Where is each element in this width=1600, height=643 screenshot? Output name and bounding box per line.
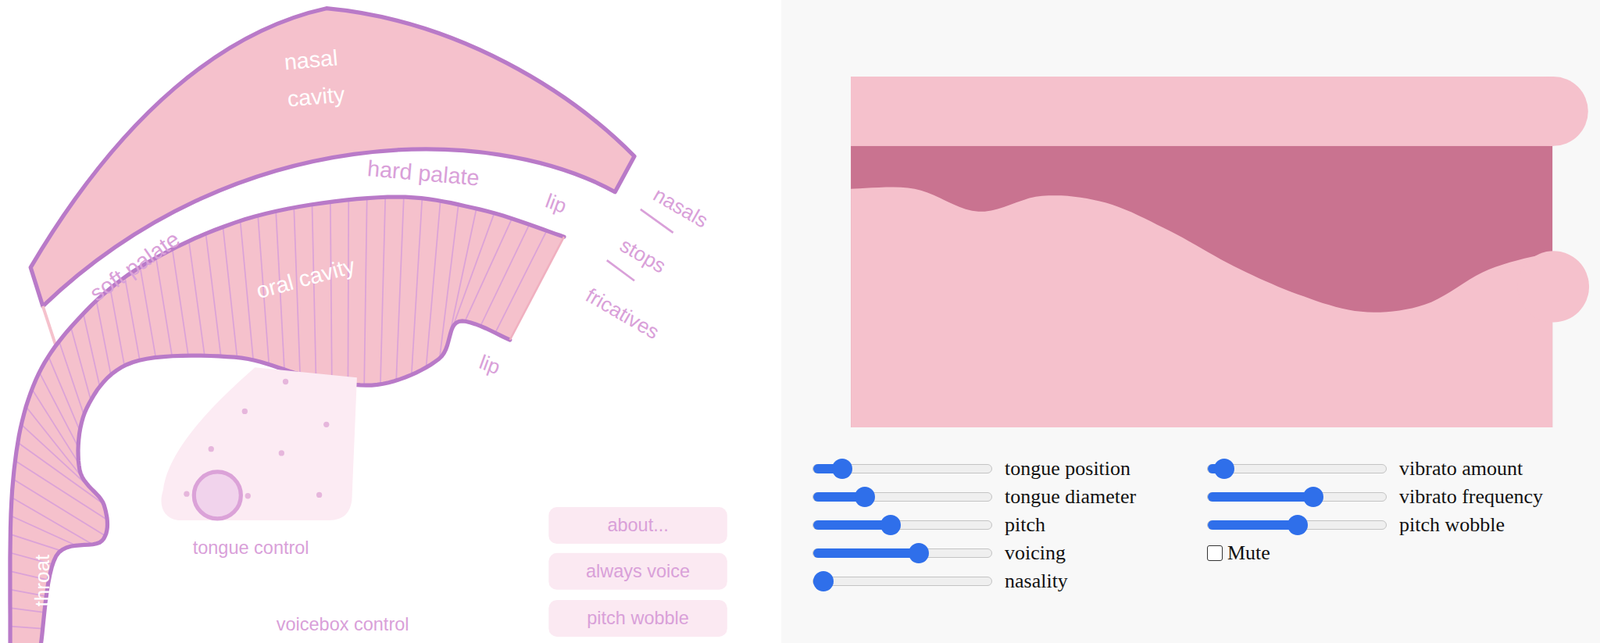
slider-panel: tongue position tongue diameter pitch voici… [812, 454, 1600, 596]
about-button[interactable]: about... [548, 507, 727, 544]
tongue-target-dot [323, 421, 329, 428]
slider-label: vibrato frequency [1399, 484, 1543, 509]
pitch-wobble-button[interactable]: pitch wobble [548, 600, 727, 637]
mute-label: Mute [1227, 540, 1271, 565]
upper-lip-end [1518, 76, 1589, 147]
slider-label: tongue diameter [1004, 484, 1136, 509]
slider-row: voicing [812, 539, 1208, 568]
tract-segments [10, 196, 547, 629]
slider-label: pitch [1004, 512, 1046, 537]
pitch-wobble-slider[interactable] [1207, 520, 1387, 530]
tongue-control-area[interactable] [160, 367, 357, 521]
tongue-position-slider[interactable] [812, 464, 993, 474]
slider-label: pitch wobble [1399, 512, 1505, 537]
hard-palate-label: hard palate [366, 155, 481, 190]
lip-label: lip [542, 189, 570, 218]
slider-thumb[interactable] [908, 542, 929, 564]
tract-shape-view [850, 76, 1596, 428]
soft-palate-label: soft palate [85, 225, 185, 306]
tongue-target-dot [278, 450, 285, 456]
control-panel: tongue position tongue diameter pitch voici… [781, 0, 1600, 643]
slider-thumb[interactable] [1303, 486, 1324, 508]
slider-row: pitch [812, 510, 1208, 540]
slider-row: vibrato amount [1207, 454, 1543, 483]
always-voice-button[interactable]: always voice [548, 553, 727, 590]
tongue-control-label: tongue control [192, 537, 310, 558]
button-label: always voice [585, 560, 690, 582]
slider-label: vibrato amount [1399, 456, 1523, 481]
oral-cavity-label: oral cavity [253, 253, 359, 304]
slider-fill [1207, 492, 1314, 502]
tongue-knob[interactable] [193, 471, 241, 519]
slider-row: vibrato frequency [1207, 482, 1543, 511]
vocal-tract-svg: nasal cavity hard palate soft palate oral ca… [0, 0, 782, 643]
slider-fill [1207, 520, 1298, 530]
vibrato-amount-slider[interactable] [1207, 464, 1387, 474]
button-label: pitch wobble [586, 607, 690, 629]
slider-row: tongue diameter [812, 482, 1208, 511]
tongue-target-dot [282, 378, 289, 385]
slider-row: tongue position [812, 454, 1208, 483]
lower-lip [1517, 250, 1590, 322]
fricatives-label: fricatives [582, 283, 664, 344]
slider-thumb[interactable] [1287, 514, 1308, 536]
slider-fill [813, 548, 919, 558]
cavity-label: cavity [286, 81, 347, 111]
slider-thumb[interactable] [813, 571, 834, 592]
tongue-diameter-slider[interactable] [812, 492, 993, 502]
tract-airway [850, 146, 1553, 428]
tongue-target-dot [245, 492, 251, 499]
slider-label: tongue position [1004, 456, 1131, 481]
slider-row: pitch wobble [1207, 510, 1543, 540]
throat-label: throat [30, 553, 54, 607]
lip-opening [510, 236, 565, 340]
slider-label: nasality [1004, 568, 1068, 593]
slider-label: voicing [1004, 540, 1066, 565]
divider-line [607, 260, 635, 281]
tongue-target-dot [183, 490, 190, 497]
tongue-target-dot [316, 492, 322, 498]
nasal-label: nasal [282, 45, 339, 75]
oral-tract[interactable] [10, 196, 565, 643]
slider-thumb[interactable] [880, 514, 901, 536]
pitch-slider[interactable] [812, 520, 993, 530]
slider-thumb[interactable] [832, 458, 853, 479]
upper-lip-band [850, 76, 1554, 147]
mute-row: Mute [1207, 539, 1543, 568]
lip-label: lip [476, 350, 504, 379]
mute-checkbox[interactable] [1207, 545, 1223, 561]
vibrato-frequency-slider[interactable] [1207, 492, 1387, 502]
palate-wall [10, 196, 565, 643]
voicing-slider[interactable] [812, 548, 993, 558]
tongue-target-dot [242, 408, 248, 415]
slider-thumb[interactable] [854, 486, 875, 508]
slider-column: tongue position tongue diameter pitch voici… [812, 454, 1208, 596]
tongue-wall [40, 321, 511, 643]
tongue-target-dot [208, 446, 215, 452]
slider-thumb[interactable] [1214, 458, 1235, 479]
vocal-tract-diagram: nasal cavity hard palate soft palate oral ca… [0, 0, 782, 643]
tongue-profile [850, 186, 1553, 428]
voicebox-control-label: voicebox control [276, 614, 410, 635]
nasals-label: nasals [649, 182, 712, 233]
button-label: about... [607, 514, 668, 536]
stops-label: stops [616, 232, 671, 278]
slider-row: nasality [812, 567, 1208, 596]
slider-column: vibrato amount vibrato frequency pitch wob… [1207, 454, 1543, 596]
slider-fill [813, 520, 891, 530]
nasality-slider[interactable] [812, 576, 993, 586]
